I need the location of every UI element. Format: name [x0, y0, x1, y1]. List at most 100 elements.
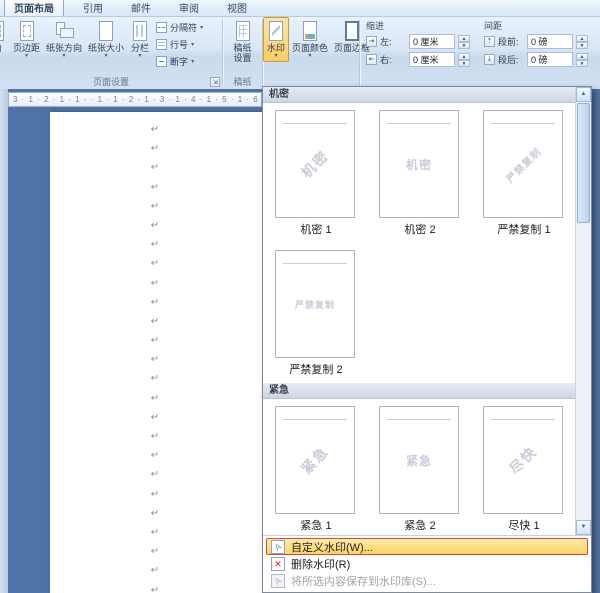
- spin-up-icon[interactable]: ▲: [458, 34, 470, 42]
- watermark-thumbnail: 机密: [379, 110, 459, 218]
- space-after-icon: ⇣: [484, 54, 495, 65]
- group-page-background: 水印 ▾ 页面颜色 ▾ 页面边框: [263, 17, 370, 89]
- text-direction-icon: [0, 20, 7, 42]
- group-page-setup: 向 ▾ 页边距 ▾ 纸张方向 ▾ 纸张大小 ▾: [0, 17, 222, 89]
- margins-button[interactable]: 页边距 ▾: [10, 17, 43, 62]
- group-label-page-setup: 页面设置: [92, 77, 129, 87]
- save-to-gallery-icon: A: [271, 573, 285, 588]
- breaks-icon: [156, 22, 168, 33]
- spin-up-icon[interactable]: ▲: [576, 34, 588, 42]
- indent-header: 缩进: [366, 21, 385, 31]
- chevron-down-icon: ▾: [104, 53, 108, 59]
- gallery-scrollbar[interactable]: ▲ ▼: [575, 87, 591, 535]
- horizontal-ruler: 3 · 1 · 2 · 1 · 1 · · 1 · 1 · 2 · 1 · 3 …: [8, 92, 262, 107]
- chevron-down-icon: ▾: [191, 41, 195, 48]
- breaks-button[interactable]: 分隔符 ▾: [153, 20, 206, 35]
- custom-watermark-icon: A: [271, 539, 285, 554]
- watermark-gallery: 机密 机密 机密 1 机密 机密 2 严禁复制 严禁复制 1 严禁复制 严禁复制…: [263, 87, 575, 535]
- line-numbers-icon: [156, 39, 168, 50]
- custom-watermark-menu-item[interactable]: A 自定义水印(W)...: [266, 538, 588, 555]
- group-label-grid-paper: 稿纸: [233, 77, 252, 87]
- watermark-icon: [266, 20, 286, 42]
- hyphenation-button[interactable]: 断字 ▾: [153, 54, 206, 69]
- line-numbers-button[interactable]: 行号 ▾: [153, 37, 206, 52]
- spin-down-icon[interactable]: ▼: [576, 59, 588, 67]
- ribbon-tab-bar: 页面布局 引用 邮件 审阅 视图: [0, 0, 600, 17]
- spin-up-icon[interactable]: ▲: [458, 52, 470, 60]
- columns-icon: [130, 20, 150, 42]
- remove-watermark-icon: ✕: [271, 556, 285, 571]
- space-after-input[interactable]: 0 磅: [527, 52, 573, 67]
- chevron-down-icon: ▾: [138, 53, 142, 59]
- indent-right-input[interactable]: 0 厘米: [409, 52, 455, 67]
- paper-size-icon: [96, 20, 116, 42]
- page-color-icon: [300, 20, 320, 42]
- space-before-stepper[interactable]: ▲ ▼: [576, 34, 588, 49]
- scroll-up-icon[interactable]: ▲: [576, 87, 591, 102]
- tab-mailings[interactable]: 邮件: [122, 0, 160, 16]
- indent-right-stepper[interactable]: ▲ ▼: [458, 52, 470, 67]
- scrollbar-thumb[interactable]: [577, 103, 590, 223]
- ribbon: 向 ▾ 页边距 ▾ 纸张方向 ▾ 纸张大小 ▾: [0, 17, 600, 89]
- group-grid-paper: 稿纸 设置 稿纸: [223, 17, 262, 89]
- spin-up-icon[interactable]: ▲: [576, 52, 588, 60]
- watermark-option[interactable]: 机密 机密 1: [275, 110, 357, 237]
- orientation-button[interactable]: 纸张方向 ▾: [43, 17, 85, 62]
- watermark-option[interactable]: 机密 机密 2: [379, 110, 461, 237]
- watermark-thumbnail: 紧急: [379, 406, 459, 514]
- watermark-thumbnail: 机密: [275, 110, 355, 218]
- spin-down-icon[interactable]: ▼: [458, 59, 470, 67]
- watermark-thumbnail: 尽快: [483, 406, 563, 514]
- tab-references[interactable]: 引用: [74, 0, 112, 16]
- watermark-dropdown: 机密 机密 机密 1 机密 机密 2 严禁复制 严禁复制 1 严禁复制 严禁复制…: [262, 86, 592, 593]
- watermark-option[interactable]: 紧急 紧急 1: [275, 406, 357, 533]
- columns-button[interactable]: 分栏 ▾: [127, 17, 153, 62]
- grid-paper-setup-button[interactable]: 稿纸 设置: [230, 17, 256, 66]
- watermark-button[interactable]: 水印 ▾: [263, 17, 289, 62]
- indent-left-input[interactable]: 0 厘米: [409, 34, 455, 49]
- spacing-header: 间距: [484, 21, 503, 31]
- group-paragraph: 缩进 ⇥ 左: 0 厘米 ▲ ▼ ⇤ 右: 0 厘米 ▲ ▼ 间距 ⇡ 段前: …: [360, 17, 600, 89]
- chevron-down-icon: ▾: [308, 53, 312, 59]
- tab-page-layout[interactable]: 页面布局: [4, 0, 64, 16]
- watermark-thumbnail: 严禁复制: [483, 110, 563, 218]
- watermark-menu-commands: A 自定义水印(W)... ✕ 删除水印(R) A 将所选内容保存到水印库(S)…: [263, 535, 591, 592]
- chevron-down-icon: ▾: [191, 58, 195, 65]
- chevron-down-icon: ▾: [62, 53, 66, 59]
- watermark-option[interactable]: 严禁复制 严禁复制 1: [483, 110, 565, 237]
- vertical-ruler: [0, 89, 8, 593]
- paragraph-marks: ↵ ↵ ↵ ↵ ↵ ↵ ↵ ↵ ↵ ↵ ↵ ↵ ↵ ↵ ↵ ↵ ↵ ↵ ↵ ↵ ↵ ↵ ↵ ↵ ↵: [150, 124, 160, 593]
- tab-view[interactable]: 视图: [218, 0, 256, 16]
- tab-review[interactable]: 审阅: [170, 0, 208, 16]
- indent-left-stepper[interactable]: ▲ ▼: [458, 34, 470, 49]
- spin-down-icon[interactable]: ▼: [458, 41, 470, 49]
- indent-left-icon: ⇥: [366, 36, 377, 47]
- gallery-section-urgent: 紧急: [263, 383, 575, 399]
- watermark-thumbnail: 严禁复制: [275, 250, 355, 358]
- word-window: 页面布局 引用 邮件 审阅 视图 向 ▾ 页边距 ▾ 纸: [0, 0, 600, 593]
- watermark-option[interactable]: 尽快 尽快 1: [483, 406, 565, 533]
- orientation-icon: [54, 20, 75, 42]
- spin-down-icon[interactable]: ▼: [576, 41, 588, 49]
- watermark-option[interactable]: 严禁复制 严禁复制 2: [275, 250, 357, 377]
- hyphenation-icon: [156, 56, 168, 67]
- text-direction-button[interactable]: 向 ▾: [0, 17, 10, 62]
- watermark-thumbnail: 紧急: [275, 406, 355, 514]
- grid-paper-icon: [233, 20, 253, 42]
- dialog-launcher-icon[interactable]: ⇲: [210, 77, 220, 87]
- margins-icon: [17, 20, 37, 42]
- chevron-down-icon: ▾: [25, 53, 29, 59]
- remove-watermark-menu-item[interactable]: ✕ 删除水印(R): [266, 555, 588, 572]
- space-before-input[interactable]: 0 磅: [527, 34, 573, 49]
- chevron-down-icon: ▾: [200, 24, 204, 31]
- gallery-section-confidential: 机密: [263, 87, 575, 103]
- save-to-gallery-menu-item: A 将所选内容保存到水印库(S)...: [271, 573, 436, 588]
- page-color-button[interactable]: 页面颜色 ▾: [289, 17, 331, 62]
- paper-size-button[interactable]: 纸张大小 ▾: [85, 17, 127, 62]
- indent-right-icon: ⇤: [366, 54, 377, 65]
- space-before-icon: ⇡: [484, 36, 495, 47]
- scroll-down-icon[interactable]: ▼: [576, 520, 591, 535]
- chevron-down-icon: ▾: [274, 53, 278, 59]
- watermark-option[interactable]: 紧急 紧急 2: [379, 406, 461, 533]
- space-after-stepper[interactable]: ▲ ▼: [576, 52, 588, 67]
